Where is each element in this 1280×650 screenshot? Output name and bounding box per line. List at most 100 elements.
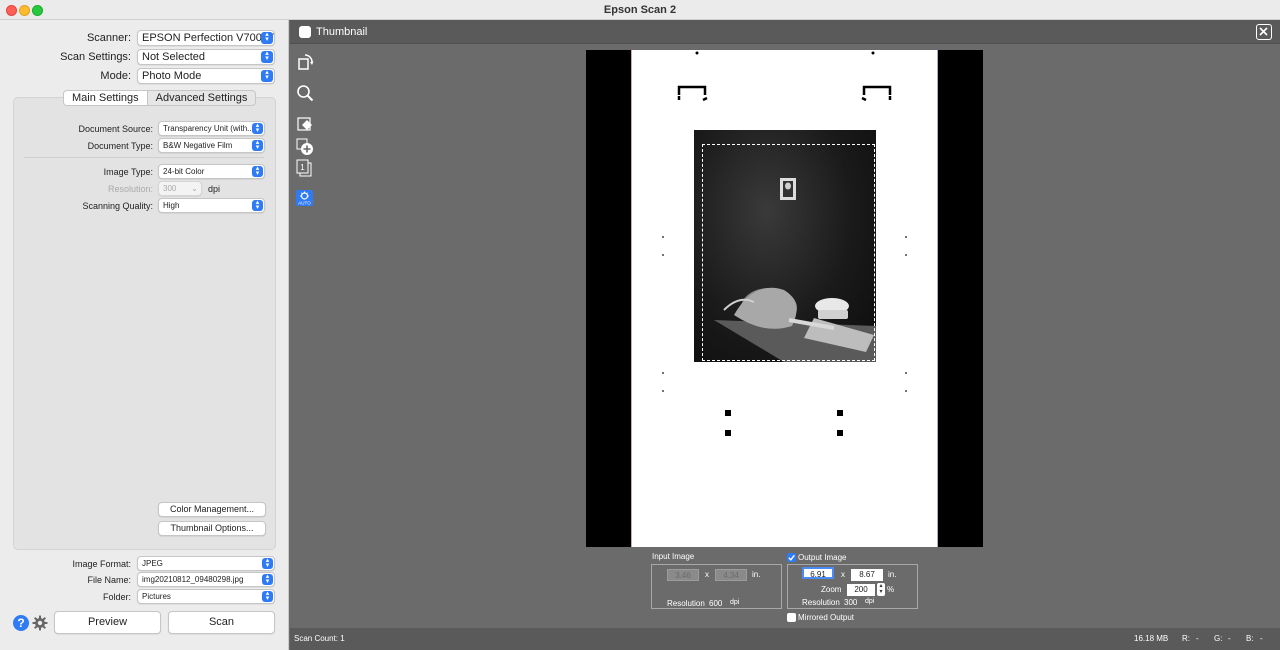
input-height-field: 4.34 bbox=[715, 569, 747, 581]
scan-settings-value: Not Selected bbox=[142, 51, 205, 63]
file-name-select[interactable]: img20210812_09480298.jpg ▴ ▾ bbox=[137, 572, 275, 587]
gear-icon[interactable] bbox=[32, 615, 48, 631]
chevron-updown-icon: ▴ ▾ bbox=[252, 139, 263, 151]
mirrored-output-label: Mirrored Output bbox=[798, 613, 855, 622]
resolution-unit: dpi bbox=[208, 183, 221, 194]
chevron-updown-icon: ▴ ▾ bbox=[252, 122, 263, 134]
mode-label: Mode: bbox=[100, 70, 131, 82]
thumbnail-options-button[interactable]: Thumbnail Options... bbox=[158, 521, 266, 536]
output-resolution-value: 300 bbox=[844, 598, 858, 607]
scan-count: Scan Count: 1 bbox=[294, 634, 345, 643]
r-value: - bbox=[1196, 634, 1199, 643]
help-icon[interactable]: ? bbox=[13, 615, 29, 631]
settings-tabs: Main Settings Advanced Settings bbox=[63, 90, 257, 106]
scanner-select[interactable]: EPSON Perfection V700/V75... ▴▾ bbox=[137, 30, 275, 46]
scanner-label: Scanner: bbox=[86, 32, 131, 44]
resolution-row: Resolution: 300 ⌄ dpi bbox=[0, 181, 220, 196]
g-label: G: bbox=[1214, 634, 1223, 643]
image-format-select[interactable]: JPEG ▴ ▾ bbox=[137, 556, 275, 571]
tab-advanced-settings[interactable]: Advanced Settings bbox=[148, 91, 256, 105]
input-x-label: x bbox=[705, 570, 709, 579]
scanning-quality-row: Scanning Quality: High ▴ ▾ bbox=[0, 198, 265, 213]
input-unit-label: in. bbox=[752, 570, 761, 579]
scanner-row: Scanner: EPSON Perfection V700/V75... ▴▾ bbox=[0, 30, 275, 46]
scan-settings-row: Scan Settings: Not Selected ▴ ▾ bbox=[0, 49, 275, 65]
zoom-stepper[interactable]: ▴ ▾ bbox=[877, 583, 885, 596]
output-image-checkbox[interactable] bbox=[787, 553, 796, 562]
input-resolution-unit: dpi bbox=[730, 599, 740, 606]
scanning-quality-label: Scanning Quality: bbox=[82, 200, 153, 211]
tab-main-settings[interactable]: Main Settings bbox=[64, 91, 148, 105]
mirrored-output-checkbox[interactable] bbox=[787, 613, 796, 622]
image-type-select[interactable]: 24-bit Color ▴ ▾ bbox=[158, 164, 265, 179]
zoom-unit: % bbox=[887, 585, 895, 594]
rotate-icon[interactable] bbox=[296, 53, 314, 71]
chevron-updown-icon: ▴ ▾ bbox=[262, 557, 273, 569]
chevron-updown-icon: ▴ ▾ bbox=[262, 590, 273, 602]
zoom-field[interactable]: 200 bbox=[847, 584, 875, 596]
chevron-updown-icon: ▴ ▾ bbox=[261, 69, 273, 82]
output-unit-label: in. bbox=[888, 570, 897, 579]
document-source-label: Document Source: bbox=[78, 123, 153, 134]
chevron-updown-icon: ▴ ▾ bbox=[261, 31, 273, 44]
eraser-icon[interactable] bbox=[296, 115, 314, 133]
chevron-down-icon: ⌄ bbox=[191, 184, 198, 193]
thumbnail-label: Thumbnail bbox=[316, 26, 368, 38]
window-title: Epson Scan 2 bbox=[603, 4, 677, 16]
scanner-value: EPSON Perfection V700/V75... bbox=[142, 32, 274, 44]
folder-row: Folder: Pictures ▴ ▾ bbox=[0, 589, 275, 604]
document-source-select[interactable]: Transparency Unit (with... ▴ ▾ bbox=[158, 121, 265, 136]
mode-row: Mode: Photo Mode ▴ ▾ bbox=[0, 68, 275, 84]
input-image-panel: 3.46 x 4.34 in. Resolution 600 dpi bbox=[651, 564, 782, 609]
auto-exposure-icon[interactable]: AUTO bbox=[296, 190, 313, 206]
scan-settings-label: Scan Settings: bbox=[60, 51, 131, 63]
output-height-field[interactable]: 8.67 bbox=[851, 569, 883, 581]
scan-settings-select[interactable]: Not Selected ▴ ▾ bbox=[137, 49, 275, 65]
image-type-row: Image Type: 24-bit Color ▴ ▾ bbox=[0, 164, 265, 179]
folder-label: Folder: bbox=[102, 591, 131, 602]
status-bar: Scan Count: 1 16.18 MB R: - G: - B: - bbox=[290, 628, 1280, 650]
output-x-label: x bbox=[841, 570, 845, 579]
close-preview-icon[interactable] bbox=[1256, 24, 1272, 40]
svg-text:1: 1 bbox=[300, 163, 305, 172]
preview-button[interactable]: Preview bbox=[54, 611, 161, 634]
folder-select[interactable]: Pictures ▴ ▾ bbox=[137, 589, 275, 604]
thumbnail-checkbox[interactable] bbox=[299, 26, 311, 38]
image-format-label: Image Format: bbox=[72, 558, 131, 569]
preview-image[interactable] bbox=[586, 50, 983, 547]
input-resolution-value: 600 bbox=[709, 599, 723, 608]
b-label: B: bbox=[1246, 634, 1254, 643]
color-management-button[interactable]: Color Management... bbox=[158, 502, 266, 517]
resolution-select[interactable]: 300 ⌄ bbox=[158, 181, 202, 196]
zoom-label: Zoom bbox=[821, 585, 842, 594]
scanning-quality-value: High bbox=[163, 201, 180, 210]
document-type-select[interactable]: B&W Negative Film ▴ ▾ bbox=[158, 138, 265, 153]
scanning-quality-select[interactable]: High ▴ ▾ bbox=[158, 198, 265, 213]
output-width-field[interactable]: 6.91 bbox=[802, 567, 834, 579]
scan-button[interactable]: Scan bbox=[168, 611, 275, 634]
add-area-icon[interactable] bbox=[296, 138, 314, 156]
settings-divider bbox=[24, 157, 264, 158]
file-name-label: File Name: bbox=[87, 574, 131, 585]
folder-value: Pictures bbox=[142, 592, 171, 601]
image-type-label: Image Type: bbox=[103, 166, 153, 177]
settings-panel: Scanner: EPSON Perfection V700/V75... ▴▾… bbox=[0, 20, 289, 650]
output-image-title: Output Image bbox=[798, 553, 847, 562]
mode-select[interactable]: Photo Mode ▴ ▾ bbox=[137, 68, 275, 84]
zoom-icon[interactable] bbox=[296, 84, 314, 102]
crop-marquee[interactable] bbox=[702, 144, 875, 361]
r-label: R: bbox=[1182, 634, 1190, 643]
input-width-field: 3.46 bbox=[667, 569, 699, 581]
document-type-row: Document Type: B&W Negative Film ▴ ▾ bbox=[0, 138, 265, 153]
svg-text:AUTO: AUTO bbox=[298, 201, 311, 206]
output-resolution-unit: dpi bbox=[865, 598, 875, 605]
file-name-row: File Name: img20210812_09480298.jpg ▴ ▾ bbox=[0, 572, 275, 587]
document-source-row: Document Source: Transparency Unit (with… bbox=[0, 121, 265, 136]
epson-scan-window: Epson Scan 2 Scanner: EPSON Perfection V… bbox=[0, 0, 1280, 650]
resolution-value: 300 bbox=[163, 184, 177, 193]
resolution-label: Resolution: bbox=[107, 183, 153, 194]
page-count-icon[interactable]: 1 bbox=[296, 159, 314, 177]
title-bar: Epson Scan 2 bbox=[0, 0, 1280, 20]
document-source-value: Transparency Unit (with... bbox=[163, 124, 254, 133]
image-size: 16.18 MB bbox=[1134, 634, 1169, 643]
